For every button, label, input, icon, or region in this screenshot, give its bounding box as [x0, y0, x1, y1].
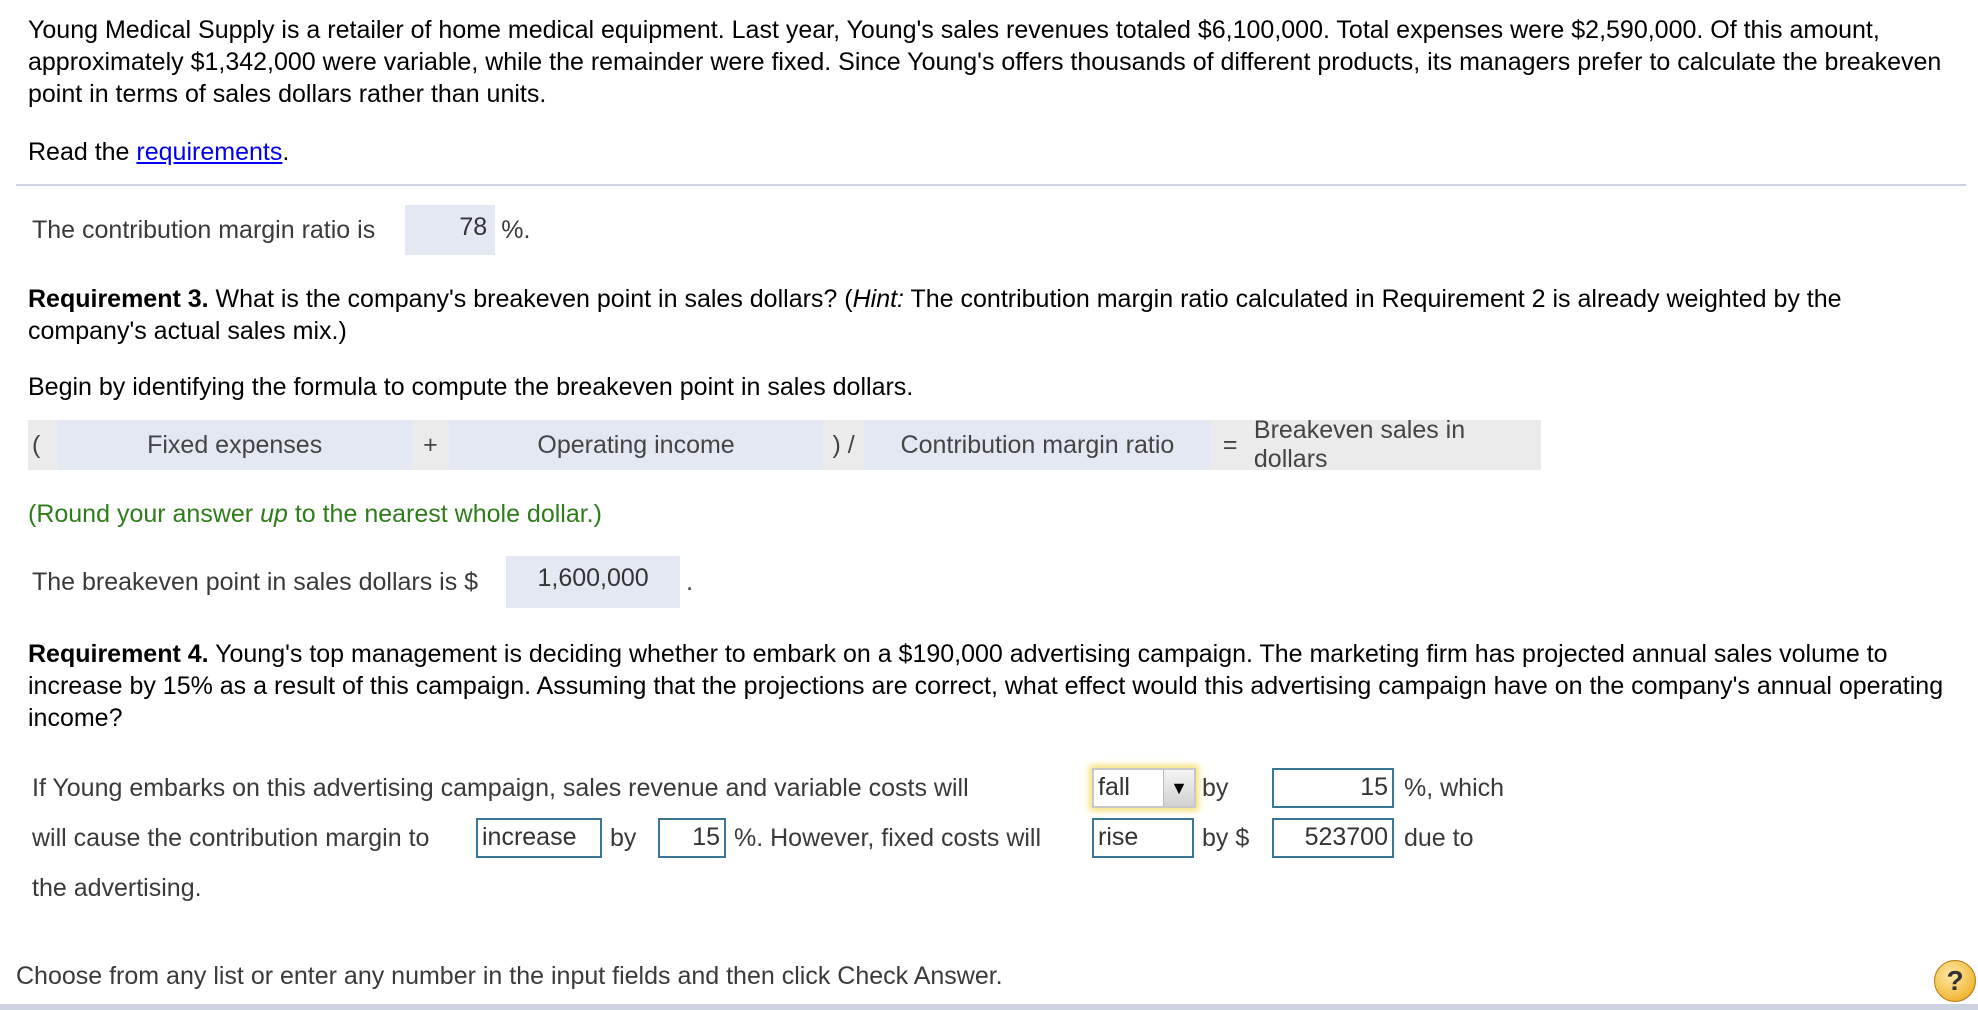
round-note-a: (Round your answer [28, 500, 261, 528]
formula-instruction: Begin by identifying the formula to comp… [28, 373, 914, 401]
help-icon[interactable]: ? [1934, 960, 1976, 1002]
by-label-2: by [610, 824, 637, 852]
by-label-1: by [1202, 774, 1229, 802]
due-to-label: due to [1404, 824, 1474, 852]
sales-direction-value: fall [1098, 773, 1130, 801]
cm-ratio-label: The contribution margin ratio is [32, 215, 376, 244]
read-suffix: . [282, 138, 290, 166]
breakeven-label: The breakeven point in sales dollars is … [32, 567, 479, 596]
formula-divide: ) / [832, 430, 855, 459]
cm-direction-input[interactable]: increase [476, 818, 602, 858]
however-label: %. However, fixed costs will [734, 824, 1042, 852]
by-dollar-label: by $ [1202, 824, 1250, 852]
round-note-em: up [260, 500, 288, 528]
req4-text: Young's top management is deciding wheth… [28, 640, 1944, 732]
formula-term-operating-income[interactable]: Operating income [449, 420, 823, 470]
rounding-note: (Round your answer up to the nearest who… [28, 500, 602, 529]
problem-intro: Young Medical Supply is a retailer of ho… [28, 16, 1942, 108]
formula-plus: + [423, 430, 438, 459]
breakeven-value: 1,600,000 [506, 556, 681, 608]
footer-divider [0, 1004, 1978, 1010]
contribution-margin-row: The contribution margin ratio is 78 %. [32, 205, 531, 255]
req4-title: Requirement 4. [28, 640, 209, 668]
breakeven-formula: ( Fixed expenses + Operating income ) / … [28, 416, 1541, 473]
footer-instruction: Choose from any list or enter any number… [16, 962, 1003, 990]
sales-direction-select[interactable]: fall ▼ [1092, 768, 1196, 808]
formula-equals: = [1222, 430, 1238, 459]
sales-change-percent-input[interactable]: 15 [1272, 768, 1394, 808]
which-label: %, which [1404, 774, 1505, 802]
requirements-link[interactable]: requirements [136, 138, 282, 166]
req3-text-a: What is the company's breakeven point in… [208, 285, 853, 313]
answer-line-1: If Young embarks on this advertising cam… [32, 774, 969, 802]
fixed-cost-amount-input[interactable]: 523700 [1272, 818, 1394, 858]
formula-result: Breakeven sales in dollars [1253, 416, 1466, 473]
read-requirements: Read the requirements. [28, 138, 289, 167]
answer-line-3: the advertising. [32, 874, 202, 902]
cm-change-percent-input[interactable]: 15 [658, 818, 726, 858]
round-note-b: to the nearest whole dollar.) [287, 500, 602, 528]
breakeven-suffix: . [686, 567, 694, 596]
formula-term-cm-ratio[interactable]: Contribution margin ratio [864, 420, 1211, 470]
formula-term-fixed-expenses[interactable]: Fixed expenses [57, 420, 412, 470]
answer-line-2: will cause the contribution margin to [32, 824, 430, 852]
cm-ratio-value: 78 [405, 205, 496, 255]
requirement-3: Requirement 3. What is the company's bre… [28, 283, 1958, 347]
formula-open-paren: ( [32, 430, 41, 459]
req3-hint-label: Hint: [852, 285, 904, 313]
breakeven-row: The breakeven point in sales dollars is … [32, 556, 693, 608]
section-divider [16, 184, 1966, 186]
requirement-4: Requirement 4. Young's top management is… [28, 638, 1958, 734]
cm-ratio-suffix: %. [501, 215, 531, 244]
dropdown-arrow-icon[interactable]: ▼ [1163, 770, 1194, 806]
fixed-cost-direction-input[interactable]: rise [1092, 818, 1194, 858]
read-prefix: Read the [28, 138, 137, 166]
req3-title: Requirement 3. [28, 285, 209, 313]
